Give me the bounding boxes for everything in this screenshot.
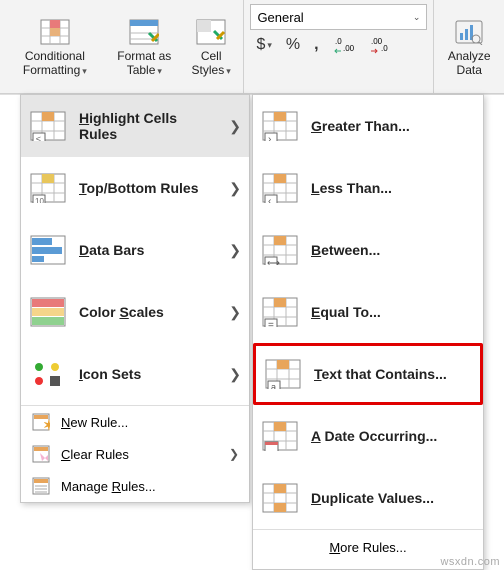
analysis-group: Analyze Data [434, 0, 504, 93]
cell-styles-icon [195, 16, 227, 48]
menu-item-clear-rules[interactable]: Clear Rules ❯ [21, 438, 249, 470]
analyze-data-button[interactable]: Analyze Data [438, 2, 500, 91]
increase-decimal-button[interactable]: .0.00 [329, 34, 359, 56]
cell-styles-button[interactable]: Cell Styles▾ [183, 2, 240, 91]
chevron-down-icon: ▾ [226, 66, 231, 76]
svg-text:a: a [271, 382, 276, 389]
svg-text:.00: .00 [343, 44, 355, 53]
chevron-down-icon: ▾ [82, 66, 87, 76]
svg-text:=: = [268, 320, 274, 327]
svg-text:✶: ✶ [43, 417, 50, 431]
submenu-item-greater-than[interactable]: › Greater Than... [253, 95, 483, 157]
watermark: wsxdn.com [440, 556, 500, 568]
submenu-item-text-contains[interactable]: a Text that Contains... [253, 343, 483, 405]
submenu-item-equal-to[interactable]: = Equal To... [253, 281, 483, 343]
menu-item-top-bottom-rules[interactable]: 10 Top/Bottom Rules ❯ [21, 157, 249, 219]
equal-to-icon: = [261, 293, 299, 331]
highlight-cells-icon: ≤ [29, 107, 67, 145]
menu-label: Data Bars [79, 242, 217, 258]
chevron-right-icon: ❯ [229, 304, 241, 321]
number-format-select[interactable]: General ⌄ [250, 4, 427, 30]
percent-format-button[interactable]: % [282, 34, 304, 56]
comma-format-button[interactable]: , [310, 34, 322, 56]
svg-text:‹: ‹ [268, 196, 271, 203]
icon-sets-icon [29, 355, 67, 393]
text-contains-icon: a [264, 355, 302, 393]
menu-label: Manage Rules... [61, 479, 156, 494]
number-format-row: $ ▾ % , .0.00 .00.0 [250, 34, 427, 56]
menu-label: Clear Rules [61, 447, 219, 462]
top-bottom-icon: 10 [29, 169, 67, 207]
menu-item-icon-sets[interactable]: Icon Sets ❯ [21, 343, 249, 405]
conditional-formatting-icon [39, 16, 71, 48]
between-icon: ⟷ [261, 231, 299, 269]
submenu-label: Duplicate Values... [311, 490, 475, 506]
menu-label: Top/Bottom Rules [79, 180, 217, 196]
highlight-cells-submenu: › Greater Than... ‹ Less Than... ⟷ Betwe… [252, 94, 484, 570]
analyze-data-label: Analyze Data [444, 50, 494, 78]
less-than-icon: ‹ [261, 169, 299, 207]
chevron-right-icon: ❯ [229, 180, 241, 197]
duplicate-values-icon [261, 479, 299, 517]
format-as-table-icon [128, 16, 160, 48]
menu-label: Icon Sets [79, 366, 217, 382]
menu-label: HHighlight Cells Rulesighlight Cells Rul… [79, 110, 217, 142]
number-group: General ⌄ $ ▾ % , .0.00 .00.0 [244, 0, 434, 93]
chevron-down-icon: ▾ [157, 66, 162, 76]
submenu-label: A Date Occurring... [311, 428, 475, 444]
svg-text:10: 10 [35, 197, 44, 203]
submenu-item-date-occurring[interactable]: A Date Occurring... [253, 405, 483, 467]
submenu-item-between[interactable]: ⟷ Between... [253, 219, 483, 281]
number-format-value: General [257, 10, 303, 25]
chevron-down-icon: ▾ [267, 40, 272, 51]
conditional-formatting-menu: ≤ HHighlight Cells Rulesighlight Cells R… [20, 94, 250, 503]
submenu-label: Between... [311, 242, 475, 258]
menu-item-new-rule[interactable]: ✶ New Rule... [21, 406, 249, 438]
styles-group: Conditional Formatting▾ Format as Table▾… [0, 0, 244, 93]
date-occurring-icon [261, 417, 299, 455]
menu-label: Color Scales [79, 304, 217, 320]
svg-text:›: › [268, 134, 271, 141]
svg-text:.0: .0 [381, 44, 388, 53]
menu-label: New Rule... [61, 415, 128, 430]
cell-styles-label: Cell Styles [192, 49, 225, 77]
submenu-label: Text that Contains... [314, 366, 472, 382]
menu-item-highlight-cells-rules[interactable]: ≤ HHighlight Cells Rulesighlight Cells R… [21, 95, 249, 157]
svg-text:.0: .0 [335, 37, 342, 46]
submenu-label: Greater Than... [311, 118, 475, 134]
chevron-right-icon: ❯ [229, 366, 241, 383]
conditional-formatting-button[interactable]: Conditional Formatting▾ [4, 2, 106, 91]
svg-text:⟷: ⟷ [267, 258, 280, 265]
format-as-table-label: Format as Table [117, 49, 171, 77]
chevron-down-icon: ⌄ [413, 12, 421, 23]
color-scales-icon [29, 293, 67, 331]
submenu-label: Equal To... [311, 304, 475, 320]
chevron-right-icon: ❯ [229, 242, 241, 259]
greater-than-icon: › [261, 107, 299, 145]
svg-text:≤: ≤ [36, 134, 41, 141]
chevron-right-icon: ❯ [229, 118, 241, 135]
submenu-label: Less Than... [311, 180, 475, 196]
menu-item-data-bars[interactable]: Data Bars ❯ [21, 219, 249, 281]
accounting-format-button[interactable]: $ ▾ [252, 34, 275, 56]
menu-item-color-scales[interactable]: Color Scales ❯ [21, 281, 249, 343]
conditional-formatting-label: Conditional Formatting [23, 49, 85, 77]
menu-item-manage-rules[interactable]: Manage Rules... [21, 470, 249, 502]
decrease-decimal-button[interactable]: .00.0 [365, 34, 395, 56]
data-bars-icon [29, 231, 67, 269]
format-as-table-button[interactable]: Format as Table▾ [106, 2, 183, 91]
submenu-item-duplicate-values[interactable]: Duplicate Values... [253, 467, 483, 529]
analyze-data-icon [453, 16, 485, 48]
submenu-item-less-than[interactable]: ‹ Less Than... [253, 157, 483, 219]
new-rule-icon: ✶ [31, 412, 51, 432]
clear-rules-icon [31, 444, 51, 464]
manage-rules-icon [31, 476, 51, 496]
ribbon: Conditional Formatting▾ Format as Table▾… [0, 0, 504, 94]
chevron-right-icon: ❯ [229, 447, 239, 461]
